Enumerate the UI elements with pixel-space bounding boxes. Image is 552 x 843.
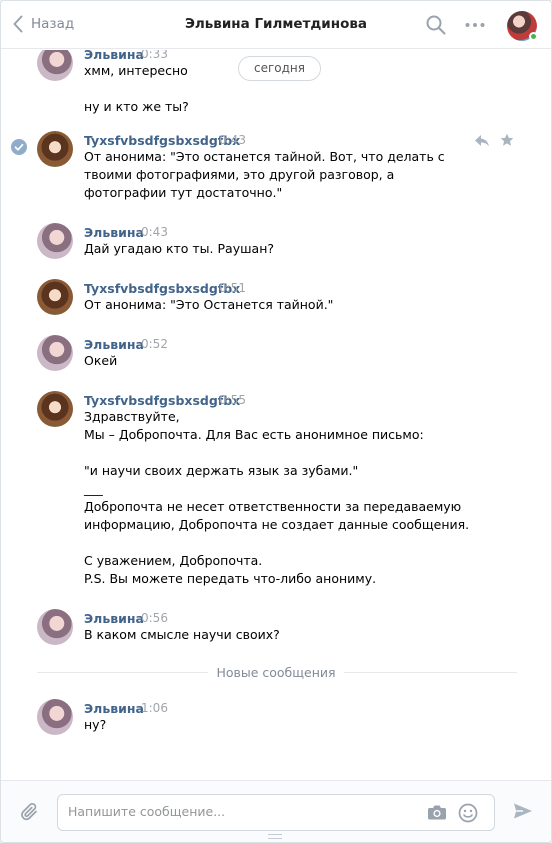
message-text: От анонима: "Это останется тайной. Вот, … <box>84 149 445 200</box>
avatar[interactable] <box>37 131 73 167</box>
new-messages-label-row: Новые сообщения <box>1 665 551 681</box>
message-text: Дай угадаю кто ты. Раушан? <box>84 241 274 256</box>
new-messages-label: Новые сообщения <box>208 665 344 680</box>
avatar[interactable] <box>37 609 73 645</box>
smile-icon[interactable] <box>458 803 478 823</box>
back-label: Назад <box>31 16 75 32</box>
message-time: 0:43 <box>141 225 168 239</box>
message-time: 0:52 <box>141 337 168 351</box>
message-time: 0:55 <box>219 393 246 407</box>
send-icon[interactable] <box>513 802 533 820</box>
avatar[interactable] <box>37 223 73 259</box>
message-input-box[interactable] <box>57 794 495 831</box>
chat-window: Назад Эльвина Гилметдинова сегодня Эльви… <box>0 0 552 843</box>
message-time: 0:33 <box>141 50 168 61</box>
message-author[interactable]: Эльвина <box>84 611 144 626</box>
chevron-left-icon <box>13 15 23 33</box>
message-author[interactable]: Эльвина <box>84 225 144 240</box>
avatar[interactable] <box>37 699 73 735</box>
message-text: Здравствуйте, Мы – Добропочта. Для Вас е… <box>84 409 470 586</box>
avatar[interactable] <box>37 391 73 427</box>
message-author[interactable]: Tyxsfvbsdfgsbxsdgfbx <box>84 393 240 408</box>
message-text: хмм, интересно ну и кто же ты? <box>84 63 189 114</box>
check-circle-icon[interactable] <box>11 139 27 155</box>
message-text: В каком смысле научи своих? <box>84 627 280 642</box>
avatar[interactable] <box>37 335 73 371</box>
message-text: ну? <box>84 717 107 732</box>
message-text: Окей <box>84 353 118 368</box>
star-icon[interactable] <box>500 133 514 147</box>
message-author[interactable]: Tyxsfvbsdfgsbxsdgfbx <box>84 133 240 148</box>
message-time: 0:43 <box>219 133 246 147</box>
message-author[interactable]: Tyxsfvbsdfgsbxsdgfbx <box>84 281 240 296</box>
reply-icon[interactable] <box>474 134 490 148</box>
online-indicator <box>529 32 538 41</box>
back-button[interactable]: Назад <box>13 15 74 33</box>
message-time: 1:06 <box>141 701 168 715</box>
search-icon[interactable] <box>425 14 447 36</box>
message-composer <box>1 780 551 842</box>
message-time: 0:51 <box>219 281 246 295</box>
message-author[interactable]: Эльвина <box>84 50 144 62</box>
camera-icon[interactable] <box>427 804 447 821</box>
message-history[interactable]: сегодня Эльвина 0:33 хмм, интересно ну и… <box>1 50 551 780</box>
more-icon[interactable] <box>464 14 486 36</box>
message-author[interactable]: Эльвина <box>84 337 144 352</box>
resize-handle[interactable] <box>268 834 282 839</box>
message-input[interactable] <box>68 804 408 819</box>
message-text: От анонима: "Это Останется тайной." <box>84 297 334 312</box>
paperclip-icon[interactable] <box>21 802 39 822</box>
avatar[interactable] <box>37 279 73 315</box>
message-time: 0:56 <box>141 611 168 625</box>
chat-header: Назад Эльвина Гилметдинова <box>1 1 551 49</box>
message-author[interactable]: Эльвина <box>84 701 144 716</box>
avatar[interactable] <box>37 50 73 81</box>
